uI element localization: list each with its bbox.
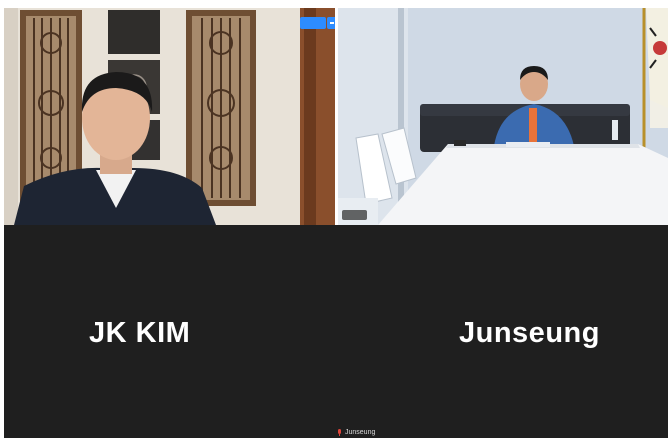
view-options-button[interactable] [327,17,335,29]
video-tile-junseung[interactable] [338,8,668,225]
video-tile-jk-kim[interactable] [4,8,335,225]
view-mode-button[interactable] [300,17,326,29]
participant-name-chip [342,210,367,220]
video-feed-junseung [338,8,668,225]
video-feed-jk-kim [4,8,335,225]
participant-name-junseung: Junseung [459,317,600,349]
zoom-meeting-window: JK KIM Junseung Junseung [0,0,668,442]
active-speaker-name: Junseung [345,428,376,436]
active-speaker-indicator: Junseung [337,426,375,438]
participant-name-jk-kim: JK KIM [89,317,191,349]
muted-microphone-icon [337,428,342,436]
